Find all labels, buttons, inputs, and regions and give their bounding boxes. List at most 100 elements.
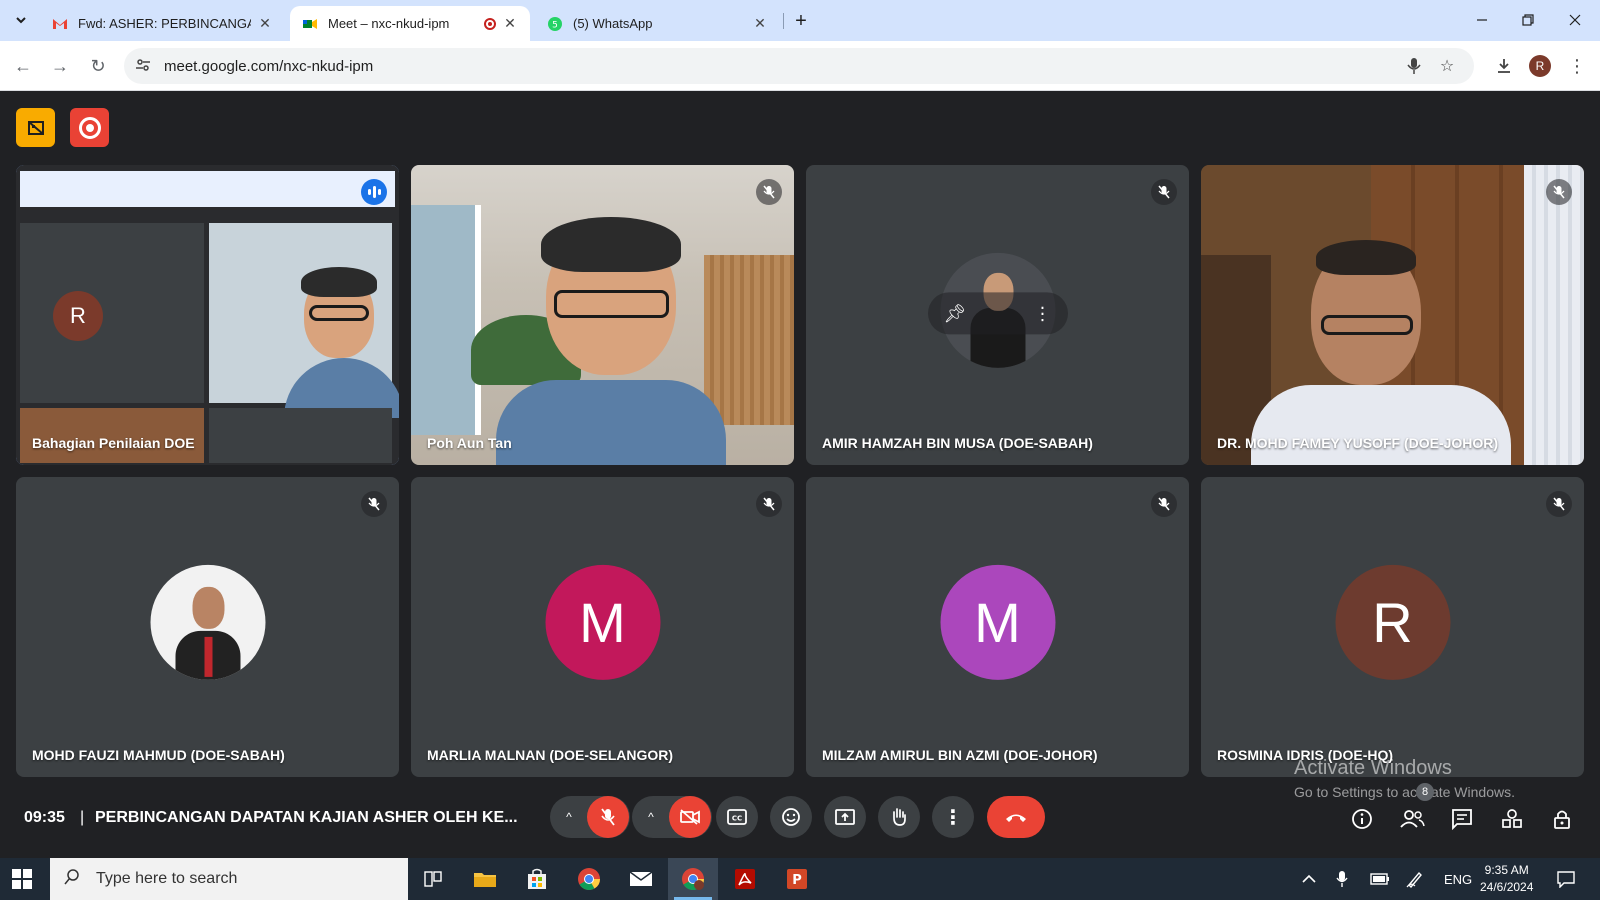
leave-call-button[interactable]: [987, 796, 1045, 838]
camera-control-group: ^: [632, 796, 712, 838]
recording-badge[interactable]: [70, 108, 109, 147]
host-controls-lock-icon[interactable]: [1547, 804, 1577, 834]
participant-tile[interactable]: Poh Aun Tan: [411, 165, 794, 465]
browser-tab-strip: Fwd: ASHER: PERBINCANGAN D ✕ Meet – nxc-…: [0, 0, 1600, 41]
camera-off-button[interactable]: [669, 796, 711, 838]
participant-tile[interactable]: MOHD FAUZI MAHMUD (DOE-SABAH): [16, 477, 399, 777]
svg-text:P: P: [792, 873, 802, 888]
bookmark-star-icon[interactable]: ☆: [1437, 56, 1457, 76]
camera-off-badge-icon: [27, 120, 44, 135]
participant-video: [411, 165, 794, 465]
acrobat-reader-icon[interactable]: [720, 858, 770, 900]
present-screen-button[interactable]: [824, 796, 866, 838]
participant-tile[interactable]: DR. MOHD FAMEY YUSOFF (DOE-JOHOR): [1201, 165, 1584, 465]
participant-avatar: R: [1335, 564, 1450, 680]
participant-tile[interactable]: 📌︎ ⋮ AMIR HAMZAH BIN MUSA (DOE-SABAH): [806, 165, 1189, 465]
muted-mic-icon: [756, 491, 782, 517]
meeting-separator: |: [80, 809, 85, 826]
restore-icon[interactable]: [1508, 8, 1548, 32]
tab-gmail[interactable]: Fwd: ASHER: PERBINCANGAN D ✕: [40, 6, 285, 41]
muted-mic-icon: [1546, 179, 1572, 205]
address-bar[interactable]: meet.google.com/nxc-nkud-ipm ☆: [124, 48, 1474, 84]
chat-icon[interactable]: [1447, 804, 1477, 834]
muted-mic-icon: [1546, 491, 1572, 517]
file-explorer-icon[interactable]: [460, 858, 510, 900]
download-icon[interactable]: [1492, 54, 1516, 78]
show-hidden-icons-chevron-icon[interactable]: [1302, 858, 1316, 900]
vertical-dots-icon: ⋮: [943, 806, 963, 829]
participant-name: MILZAM AMIRUL BIN AZMI (DOE-JOHOR): [822, 747, 1098, 763]
powerpoint-icon[interactable]: P: [772, 858, 822, 900]
back-arrow-icon[interactable]: ←: [11, 54, 35, 78]
tab-whatsapp[interactable]: 5 (5) WhatsApp ✕: [535, 6, 780, 41]
reactions-button[interactable]: [770, 796, 812, 838]
participant-name: MARLIA MALNAN (DOE-SELANGOR): [427, 747, 674, 763]
minimize-icon[interactable]: [1462, 8, 1502, 32]
tray-microphone-icon[interactable]: [1336, 858, 1348, 900]
pin-icon[interactable]: 📌︎: [944, 303, 967, 324]
microphone-in-use-icon[interactable]: [1404, 56, 1424, 76]
site-settings-icon[interactable]: [134, 57, 152, 75]
people-icon[interactable]: [1397, 804, 1427, 834]
clock-time: 9:35 AM: [1484, 863, 1529, 877]
svg-text:CC: CC: [732, 815, 742, 823]
participant-count-badge: 8: [1416, 783, 1434, 801]
close-window-icon[interactable]: [1555, 8, 1595, 32]
microsoft-store-icon[interactable]: [512, 858, 562, 900]
muted-mic-icon: [361, 491, 387, 517]
mail-icon[interactable]: [616, 858, 666, 900]
clock-date: 24/6/2024: [1480, 880, 1534, 894]
record-icon: [78, 116, 101, 139]
tab-separator: [783, 13, 784, 29]
kebab-menu-icon[interactable]: ⋮: [1565, 54, 1589, 78]
notifications-icon[interactable]: [1556, 858, 1576, 900]
participant-name: Poh Aun Tan: [427, 435, 512, 451]
raise-hand-button[interactable]: [878, 796, 920, 838]
tab-close-icon[interactable]: ✕: [502, 15, 518, 32]
more-options-button[interactable]: ⋮: [932, 796, 974, 838]
gmail-icon: [53, 18, 67, 29]
chrome-icon[interactable]: [564, 858, 614, 900]
taskbar-clock[interactable]: 9:35 AM 24/6/2024: [1480, 862, 1533, 896]
tab-meet[interactable]: Meet – nxc-nkud-ipm ✕: [290, 6, 530, 41]
tab-close-icon[interactable]: ✕: [752, 15, 768, 32]
mic-off-icon: [601, 808, 615, 826]
windows-start-icon[interactable]: [12, 869, 32, 889]
participant-tile[interactable]: M MILZAM AMIRUL BIN AZMI (DOE-JOHOR): [806, 477, 1189, 777]
participant-tile[interactable]: R Bahagian Penilaian DOE: [16, 165, 399, 465]
host-controls-badge[interactable]: [16, 108, 55, 147]
emoji-icon: [782, 808, 800, 826]
task-view-icon[interactable]: [408, 858, 458, 900]
meeting-details-icon[interactable]: [1347, 804, 1377, 834]
video-options-chevron-icon[interactable]: ^: [633, 810, 669, 824]
captions-button[interactable]: CC: [716, 796, 758, 838]
windows-activation-watermark: Activate Windows Go to Settings to activ…: [1294, 757, 1515, 800]
participant-avatar: M: [940, 564, 1055, 680]
audio-options-chevron-icon[interactable]: ^: [551, 810, 587, 824]
participant-tile[interactable]: R ROSMINA IDRIS (DOE-HQ): [1201, 477, 1584, 777]
new-tab-plus-icon[interactable]: +: [790, 10, 812, 32]
activities-icon[interactable]: [1497, 804, 1527, 834]
url-text[interactable]: meet.google.com/nxc-nkud-ipm: [164, 58, 373, 75]
tab-search-chevron-icon[interactable]: [10, 9, 32, 31]
chrome-profile-icon[interactable]: [668, 858, 718, 900]
tab-close-icon[interactable]: ✕: [257, 15, 273, 32]
participant-tile[interactable]: M MARLIA MALNAN (DOE-SELANGOR): [411, 477, 794, 777]
muted-mic-icon: [756, 179, 782, 205]
meet-stage: R Bahagian Penilaian DOE Poh Aun Tan 📌︎ …: [0, 91, 1600, 858]
svg-text:5: 5: [552, 20, 558, 30]
participant-name: Bahagian Penilaian DOE: [32, 435, 195, 451]
forward-arrow-icon[interactable]: →: [48, 54, 72, 78]
language-indicator[interactable]: ENG: [1444, 858, 1472, 900]
tile-more-options-icon[interactable]: ⋮: [1034, 303, 1052, 324]
profile-avatar[interactable]: R: [1529, 55, 1551, 77]
reload-icon[interactable]: ↻: [86, 54, 110, 78]
recording-indicator-icon: [484, 17, 496, 30]
whatsapp-icon: 5: [548, 16, 562, 31]
taskbar-search-box[interactable]: Type here to search: [50, 858, 408, 900]
pen-ink-icon[interactable]: [1406, 858, 1424, 900]
battery-icon[interactable]: [1370, 858, 1390, 900]
microphone-off-button[interactable]: [587, 796, 629, 838]
participant-video: [1201, 165, 1584, 465]
microphone-control-group: ^: [550, 796, 630, 838]
